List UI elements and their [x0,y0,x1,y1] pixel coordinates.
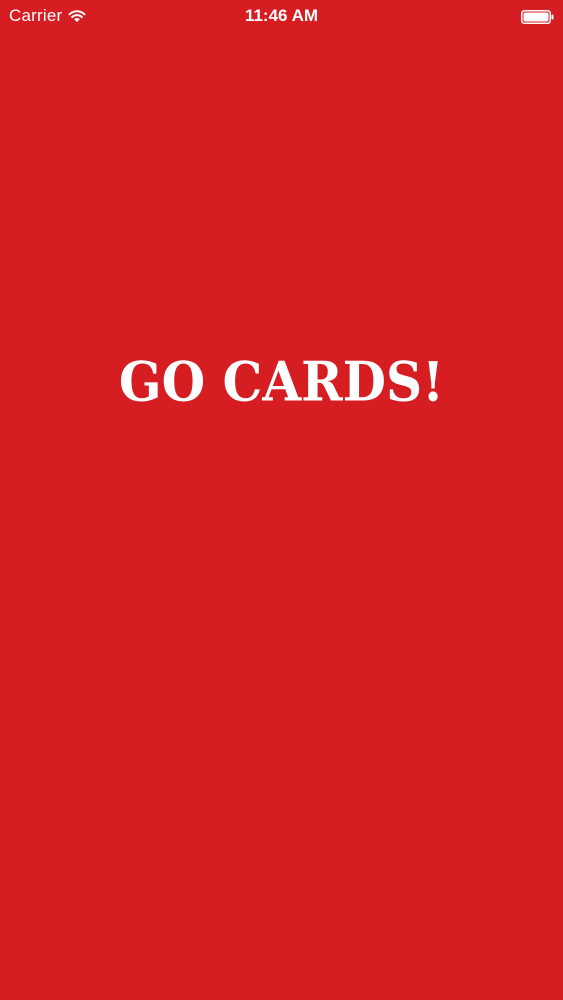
status-bar: Carrier 11:46 AM [0,0,563,32]
status-time: 11:46 AM [244,6,319,25]
splash-title: GO CARDS! [118,349,445,414]
battery-icon [521,9,554,24]
